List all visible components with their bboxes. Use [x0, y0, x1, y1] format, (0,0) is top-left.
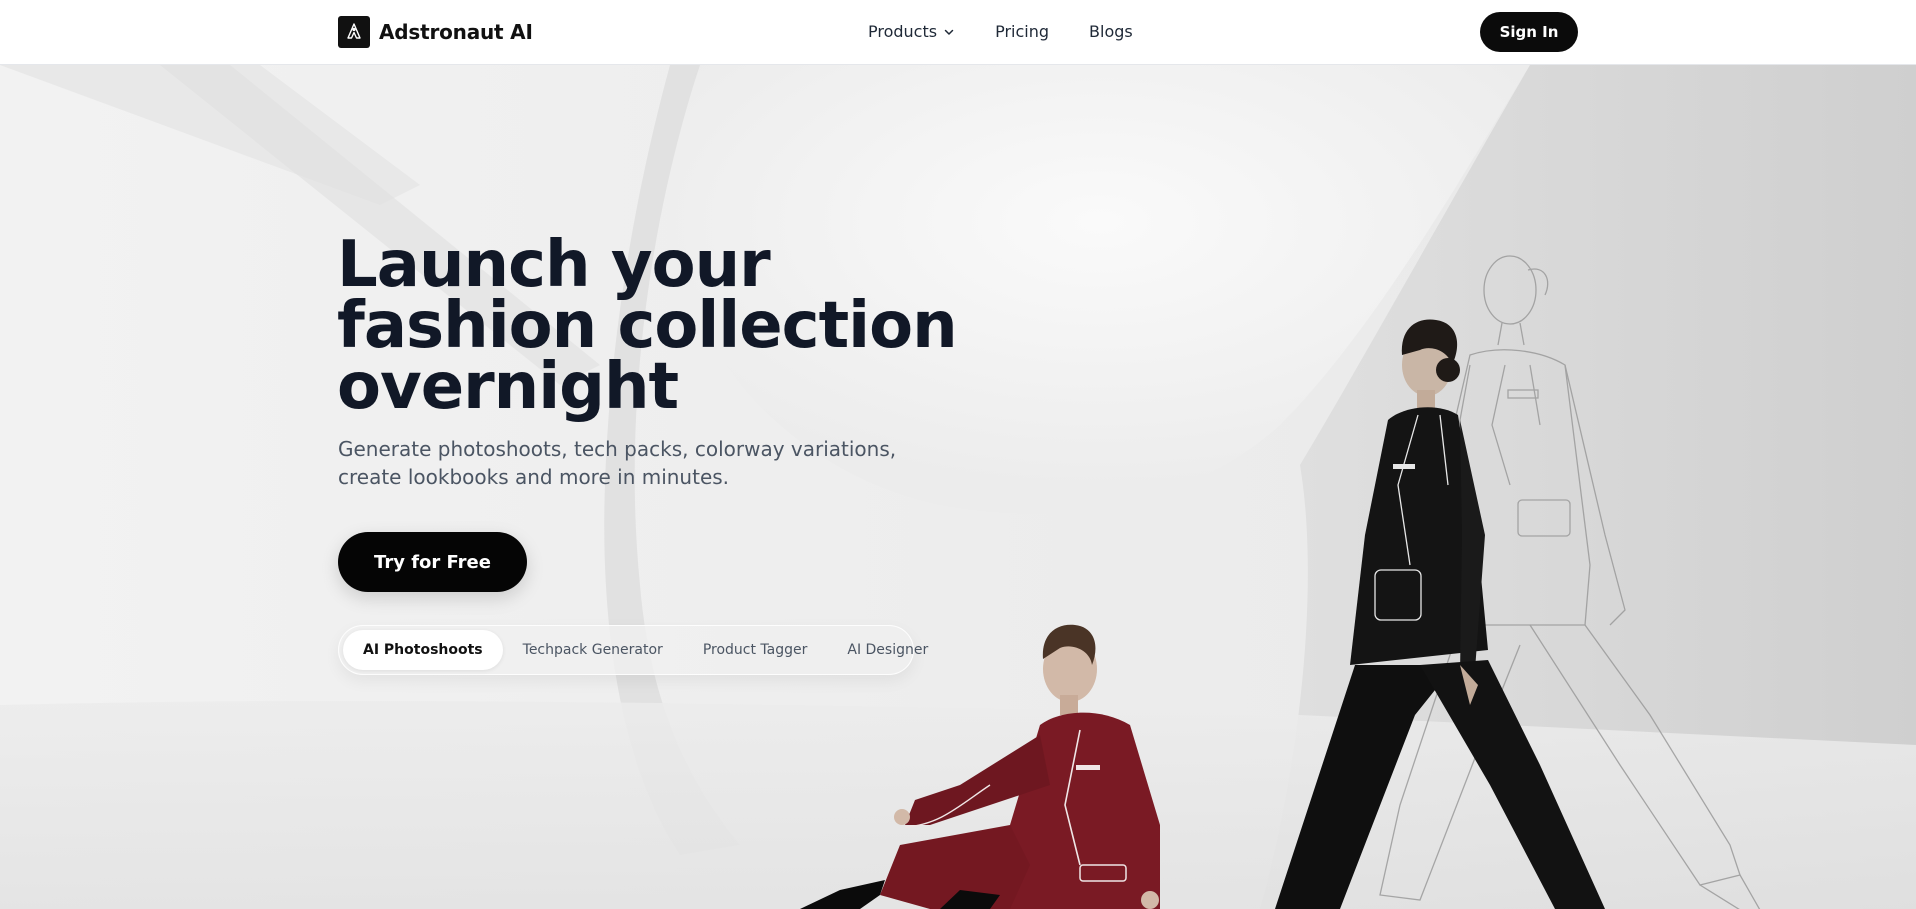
product-tabs: AI Photoshoots Techpack Generator Produc… [338, 625, 928, 675]
nav-blogs-link[interactable]: Blogs [1089, 22, 1133, 41]
nav-products-label: Products [868, 22, 938, 41]
nav-products-dropdown[interactable]: Products [868, 22, 955, 41]
headline-line-1: Launch your [337, 228, 771, 302]
tab-techpack-generator[interactable]: Techpack Generator [503, 630, 683, 670]
tab-ai-designer[interactable]: AI Designer [827, 630, 948, 670]
brand-name: Adstronaut AI [379, 20, 533, 44]
hero-headline: Launch your fashion collection overnight [337, 228, 958, 424]
nav-blogs-label: Blogs [1089, 22, 1133, 41]
tab-ai-photoshoots[interactable]: AI Photoshoots [343, 630, 503, 670]
hero-subheading: Generate photoshoots, tech packs, colorw… [338, 437, 897, 489]
hero-background-image [0, 65, 1916, 909]
brand-home-link[interactable]: Adstronaut AI [338, 16, 533, 48]
headline-line-3: overnight [337, 350, 679, 424]
nav-pricing-link[interactable]: Pricing [995, 22, 1049, 41]
headline-line-2: fashion collection [337, 289, 958, 363]
tab-product-tagger[interactable]: Product Tagger [683, 630, 828, 670]
chevron-down-icon [944, 29, 954, 35]
main-menu: Products Pricing Blogs [868, 22, 1133, 41]
nav-pricing-label: Pricing [995, 22, 1050, 41]
astronaut-logo-icon [338, 16, 370, 48]
hero-section: Launch your fashion collection overnight… [0, 65, 1916, 909]
try-for-free-button[interactable]: Try for Free [338, 532, 527, 592]
top-nav: Adstronaut AI Products Pricing Blogs Sig… [0, 0, 1916, 65]
sign-in-button[interactable]: Sign In [1480, 12, 1578, 52]
